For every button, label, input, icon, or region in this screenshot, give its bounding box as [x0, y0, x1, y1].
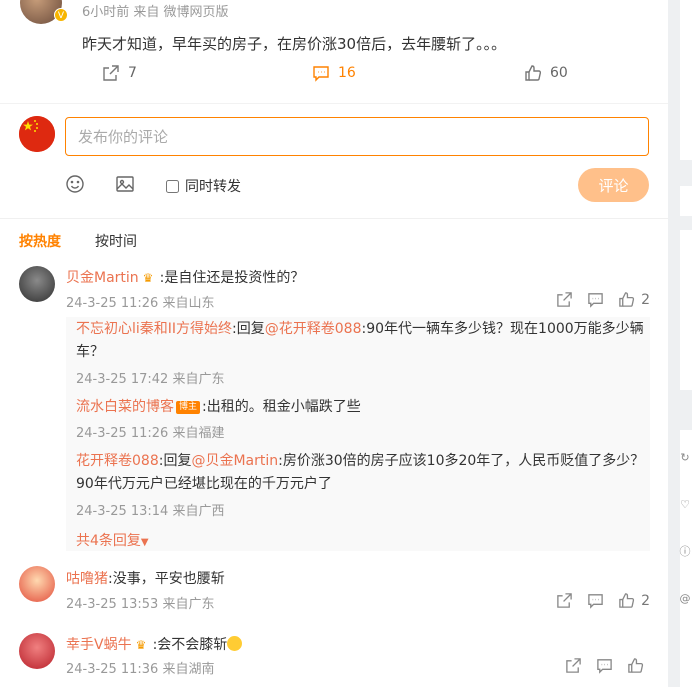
at-icon[interactable]: @: [678, 592, 692, 606]
repost-count: 7: [128, 65, 137, 81]
like-count: 60: [550, 65, 568, 81]
divider: [0, 218, 668, 219]
verified-badge-icon: V: [54, 8, 68, 22]
reply-author[interactable]: 不忘初心li秦和II方得始终: [76, 321, 232, 337]
comment-count: 16: [338, 65, 356, 81]
commenter-avatar[interactable]: [19, 633, 55, 669]
thumbs-up-icon: [525, 65, 542, 81]
comment-actions: 2: [556, 592, 650, 609]
more-replies-link[interactable]: 共4条回复▼: [76, 530, 149, 550]
comment-panel: V 6小时前 来自 微博网页版 昨天才知道，早年买的房子，在房价涨30倍后，去年…: [0, 0, 668, 687]
reply-author[interactable]: 花开释卷088: [76, 453, 159, 469]
commenter-name[interactable]: 幸手V蜗牛: [66, 637, 132, 653]
reply-meta: 24-3-25 13:14 来自广西: [76, 504, 225, 519]
commenter-avatar[interactable]: [19, 266, 55, 302]
comment-like-button[interactable]: 2: [618, 291, 650, 308]
submit-comment-button[interactable]: 评论: [578, 168, 649, 202]
divider: [0, 103, 668, 104]
caret-down-icon: ▼: [140, 537, 149, 548]
comment-meta: 24-3-25 13:53 来自广东: [66, 597, 215, 612]
commenter-name[interactable]: 咕噜猪: [66, 571, 108, 587]
comment-like-count: 2: [641, 291, 650, 308]
forward-label: 同时转发: [185, 179, 241, 195]
comment-like-count: 2: [641, 592, 650, 609]
commenter-avatar[interactable]: [19, 566, 55, 602]
reply-icon[interactable]: [596, 657, 613, 674]
share-icon: [103, 65, 119, 81]
share-icon[interactable]: [556, 291, 573, 308]
post-text: 昨天才知道，早年买的房子，在房价涨30倍后，去年腰斩了。。。: [82, 35, 507, 53]
reply-icon[interactable]: [587, 291, 604, 308]
heart-icon[interactable]: ♡: [678, 498, 692, 512]
blogger-tag: 博主: [176, 400, 201, 414]
reply-meta: 24-3-25 17:42 来自广东: [76, 372, 225, 387]
reply-icon[interactable]: [587, 592, 604, 609]
reply-prefix: :回复: [232, 321, 265, 337]
comment-text: :是自住还是投资性的？: [159, 270, 305, 286]
forward-option[interactable]: 同时转发: [166, 176, 241, 196]
crown-icon: ♛: [135, 638, 147, 652]
post-meta: 6小时前 来自 微博网页版: [82, 5, 229, 20]
comment-text: :没事，平安也腰斩: [108, 571, 225, 587]
reply-text: :出租的。租金小幅跌了些: [202, 399, 361, 415]
smiley-icon: [66, 175, 84, 193]
sidebar-card: [680, 0, 692, 160]
sort-hot-tab[interactable]: 按热度: [19, 231, 61, 251]
comment-like-button[interactable]: [627, 657, 650, 674]
comment-line: 幸手V蜗牛 ♛ :会不会膝斩: [66, 634, 243, 654]
mention-link[interactable]: @贝金Martin: [191, 453, 278, 469]
thumbs-up-icon: [619, 593, 635, 608]
crown-icon: ♛: [142, 271, 154, 285]
comment-like-button[interactable]: 2: [618, 592, 650, 609]
refresh-icon[interactable]: ↻: [678, 451, 692, 465]
comment-actions: [565, 657, 650, 674]
like-button[interactable]: 60: [524, 64, 568, 82]
thumbs-up-icon: [619, 292, 635, 307]
reply-prefix: :回复: [158, 453, 192, 469]
comment-icon: [313, 66, 329, 82]
share-icon[interactable]: [565, 657, 582, 674]
comment-button[interactable]: 16: [312, 64, 356, 82]
image-upload-button[interactable]: [115, 174, 135, 198]
image-icon: [116, 176, 134, 192]
sort-time-tab[interactable]: 按时间: [95, 231, 137, 251]
reply-author[interactable]: 流水白菜的博客: [76, 399, 174, 415]
info-icon[interactable]: ⓘ: [678, 545, 692, 559]
sidebar-card: [680, 186, 692, 216]
repost-button[interactable]: 7: [102, 64, 137, 82]
reply-text-line: 花开释卷088:回复@贝金Martin:房价涨30倍的房子应该10多20年了，人…: [76, 450, 646, 496]
thumbs-up-icon: [628, 658, 644, 673]
comment-line: 咕噜猪:没事，平安也腰斩: [66, 568, 225, 588]
forward-checkbox[interactable]: [166, 179, 179, 193]
user-avatar-flag[interactable]: [19, 116, 55, 152]
mention-link[interactable]: @花开释卷088: [265, 321, 362, 337]
comment-meta: 24-3-25 11:26 来自山东: [66, 296, 215, 311]
share-icon[interactable]: [556, 592, 573, 609]
comment-meta: 24-3-25 11:36 来自湖南: [66, 662, 215, 677]
comment-line: 贝金Martin ♛ :是自住还是投资性的？: [66, 267, 304, 287]
comment-text: :会不会膝斩: [152, 637, 228, 653]
emoji-button[interactable]: [65, 174, 85, 198]
laughing-emoji-icon: [227, 636, 243, 651]
reply-text-line: 不忘初心li秦和II方得始终:回复@花开释卷088:90年代一辆车多少钱？现在1…: [76, 318, 646, 364]
reply-text-line: 流水白菜的博客 博主:出租的。租金小幅跌了些: [76, 396, 646, 419]
sidebar-card: [680, 230, 692, 390]
reply-meta: 24-3-25 11:26 来自福建: [76, 426, 225, 441]
comment-input[interactable]: [65, 117, 649, 156]
more-replies-label: 共4条回复: [76, 533, 141, 549]
commenter-name[interactable]: 贝金Martin: [66, 270, 139, 286]
comment-actions: 2: [556, 291, 650, 308]
